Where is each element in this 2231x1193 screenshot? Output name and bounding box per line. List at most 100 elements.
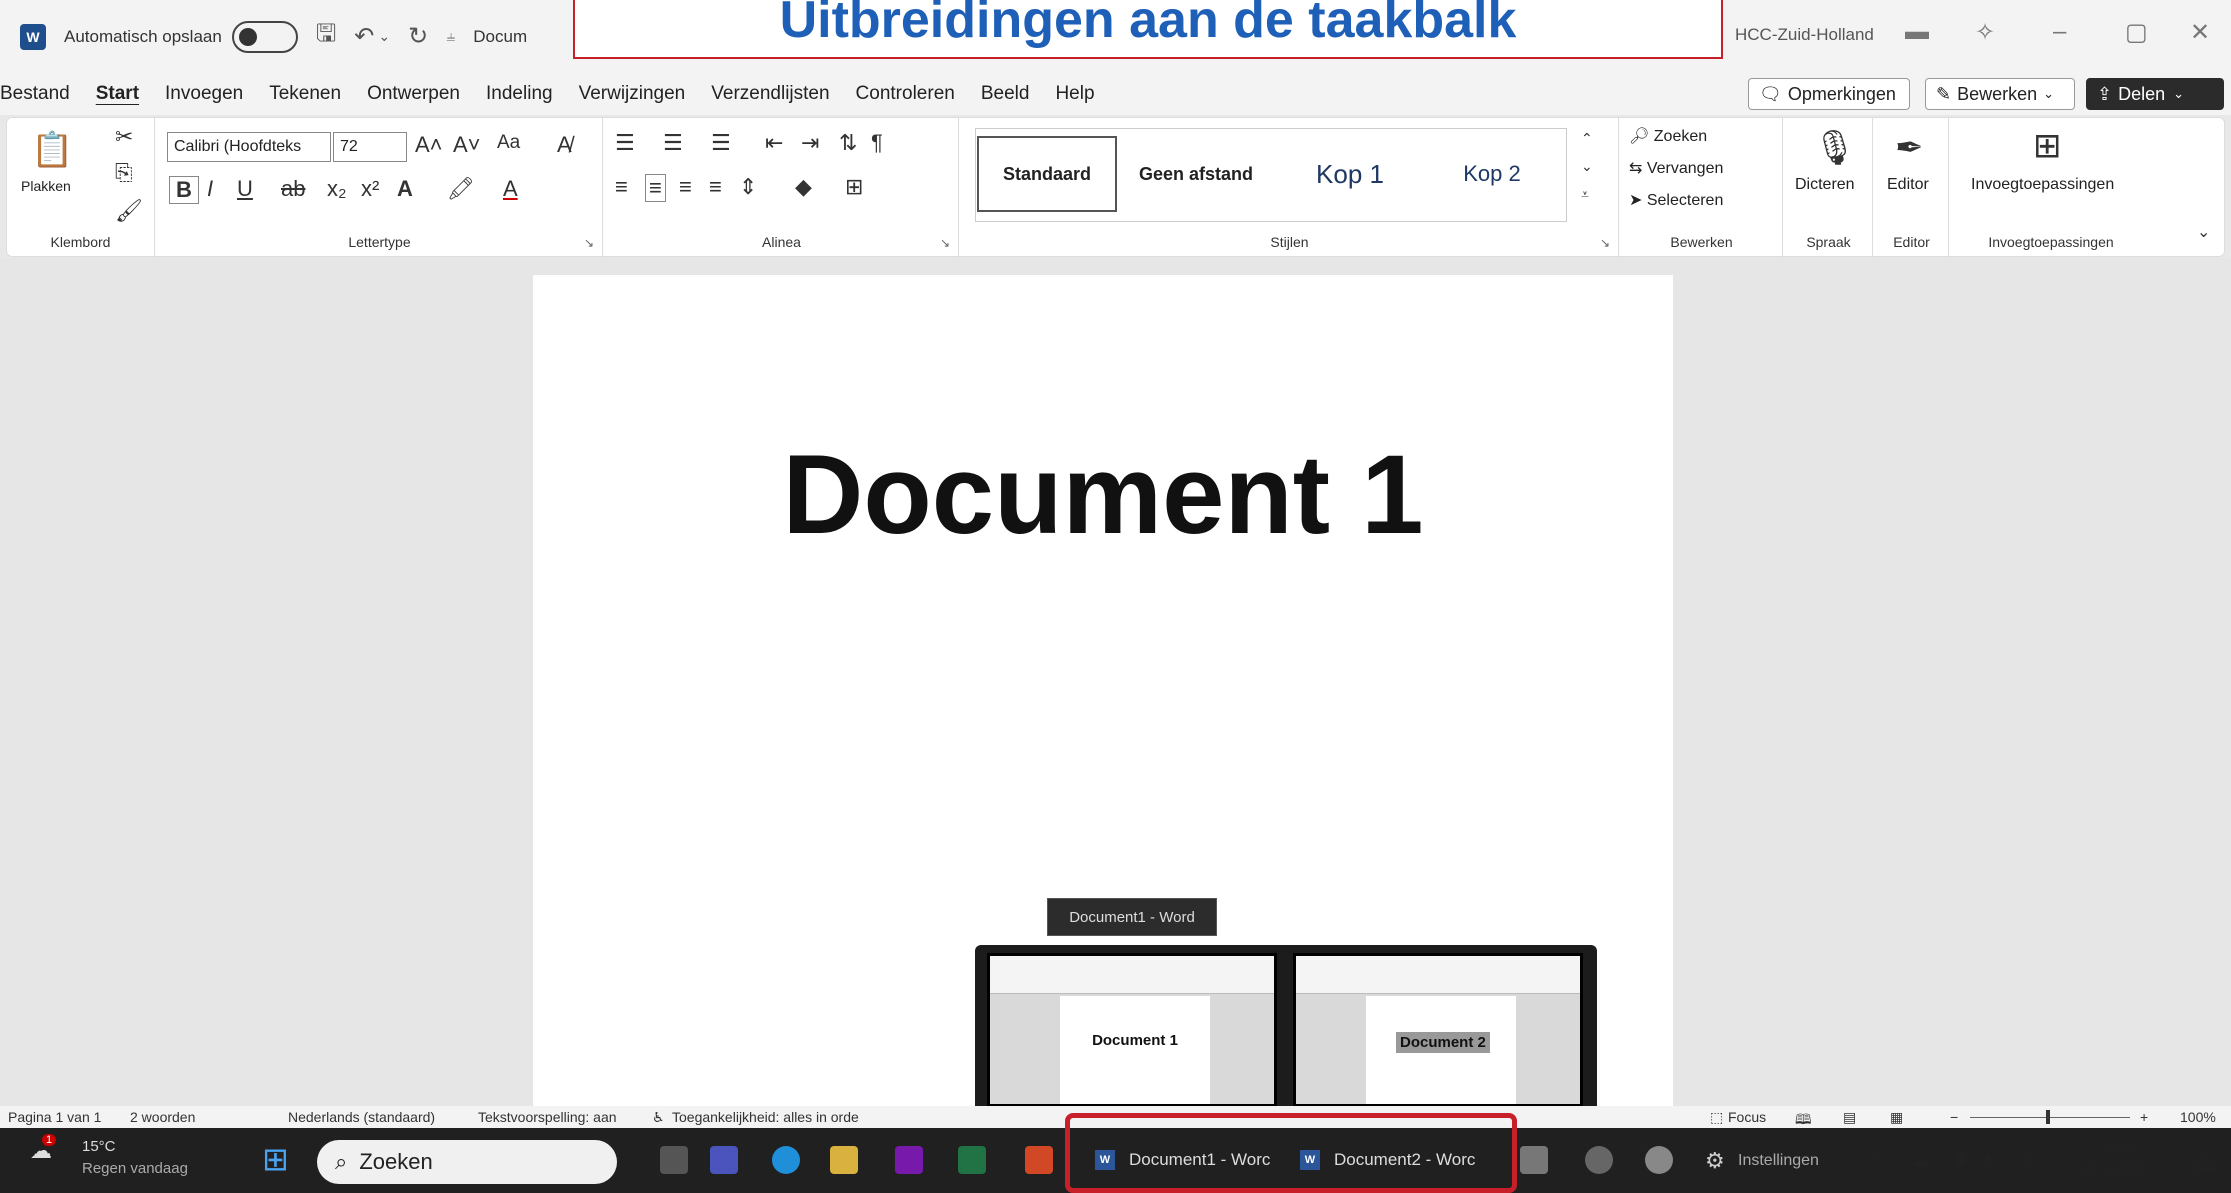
preview-thumb-document2[interactable]: Document 2 [1293,953,1583,1107]
font-name-box[interactable]: Calibri (Hoofdteks [167,132,331,162]
borders-icon[interactable]: ⊞ [845,174,863,200]
editor-pen-icon[interactable]: ✒ [1895,128,1924,168]
task-view-icon[interactable] [660,1146,688,1174]
tab-indeling[interactable]: Indeling [486,83,553,105]
italic-icon[interactable]: I [207,176,213,202]
tab-beeld[interactable]: Beeld [981,83,1030,105]
onedrive-icon[interactable]: ☁ [1910,1148,1930,1173]
settings-label[interactable]: Instellingen [1738,1152,1819,1170]
numbering-icon[interactable]: ☰ [663,130,683,156]
network-icon[interactable]: ▣ [1952,1148,1969,1169]
page-count[interactable]: Pagina 1 van 1 [8,1109,101,1125]
minimize-icon[interactable]: – [2053,18,2066,46]
justify-icon[interactable]: ≡ [709,174,722,200]
styles-dialog-launcher-icon[interactable]: ↘ [1600,236,1610,250]
microphone-icon[interactable]: 🎙 [1813,128,1856,168]
strikethrough-icon[interactable]: ab [281,176,305,202]
bullets-icon[interactable]: ☰ [615,130,635,156]
diamond-icon[interactable]: ✧ [1975,18,1995,47]
align-center-icon[interactable]: ≡ [645,174,666,202]
editor-button[interactable]: Editor [1887,176,1929,194]
align-left-icon[interactable]: ≡ [615,174,628,200]
style-standaard[interactable]: Standaard [977,136,1117,212]
cut-icon[interactable]: ✂ [115,124,133,150]
zoom-slider[interactable] [1970,1117,2130,1118]
grow-font-icon[interactable]: A˄ [415,132,443,158]
style-kop-1[interactable]: Kop 1 [1275,136,1425,212]
volume-icon[interactable]: 🔊︎ [1985,1148,1996,1169]
focus-button[interactable]: Focus [1728,1109,1766,1125]
text-effects-icon[interactable]: A [397,176,413,202]
sort-icon[interactable]: ⇅ [839,130,857,156]
font-dialog-launcher-icon[interactable]: ↘ [584,236,594,250]
battery-icon[interactable]: ▭ [2018,1148,2035,1169]
redo-icon[interactable]: ↻ [408,22,428,51]
copy-icon[interactable]: ⎘ [115,160,133,186]
addins-button[interactable]: Invoegtoepassingen [1971,176,2114,194]
onenote-icon[interactable] [895,1146,923,1174]
tab-verzendlijsten[interactable]: Verzendlijsten [711,83,829,105]
superscript-icon[interactable]: x² [361,176,379,202]
customize-qat-icon[interactable]: ⫨ [446,28,455,46]
paragraph-dialog-launcher-icon[interactable]: ↘ [940,236,950,250]
shrink-font-icon[interactable]: A˅ [453,132,481,158]
app-icon[interactable] [1585,1146,1613,1174]
web-layout-icon[interactable]: ▦ [1890,1109,1903,1126]
styles-scroll-down-icon[interactable]: ⌄ [1581,158,1593,175]
change-case-button[interactable]: Aa [497,132,520,154]
pilcrow-icon[interactable]: ¶ [871,130,883,156]
clear-format-icon[interactable]: A̸ [557,132,572,158]
find-button[interactable]: 🔎︎ Zoeken [1629,126,1707,146]
edit-mode-button[interactable]: ✎ Bewerken ⌄ [1925,78,2075,110]
highlight-icon[interactable]: 🖍 [447,176,475,202]
word-count[interactable]: 2 woorden [130,1109,195,1125]
close-icon[interactable]: ✕ [2190,18,2210,47]
bold-icon[interactable]: B [169,176,199,204]
app-icon[interactable] [1520,1146,1548,1174]
paste-icon[interactable]: 📋 [31,130,73,170]
replace-button[interactable]: ⇆ Vervangen [1629,158,1723,178]
tab-start[interactable]: Start [96,83,139,105]
file-explorer-icon[interactable] [830,1146,858,1174]
tab-controleren[interactable]: Controleren [856,83,955,105]
autosave-toggle[interactable] [231,20,298,53]
edge-icon[interactable] [772,1146,800,1174]
style-geen-afstand[interactable]: Geen afstand [1121,136,1271,212]
paste-label[interactable]: Plakken [21,178,71,194]
font-size-box[interactable]: 72 [333,132,407,162]
undo-icon[interactable]: ↶ [354,22,374,51]
zoom-level[interactable]: 100% [2180,1109,2216,1125]
zoom-in-icon[interactable]: + [2140,1109,2148,1125]
zoom-slider-thumb[interactable] [2046,1110,2050,1124]
excel-icon[interactable] [958,1146,986,1174]
shading-icon[interactable]: ◆ [795,174,812,200]
tab-tekenen[interactable]: Tekenen [269,83,341,105]
maximize-icon[interactable]: ▢ [2125,18,2148,47]
account-avatar-icon[interactable]: ▬ [1905,18,1929,46]
align-right-icon[interactable]: ≡ [679,174,692,200]
preview-thumb-document1[interactable]: Document 1 [987,953,1277,1107]
weather-temp[interactable]: 15°C [82,1138,116,1155]
clock-date[interactable]: 23-9-2023 [2082,1160,2146,1176]
tab-verwijzingen[interactable]: Verwijzingen [579,83,686,105]
subscript-icon[interactable]: x₂ [327,176,347,202]
start-icon[interactable]: ⊞ [262,1140,289,1178]
ribbon-collapse-icon[interactable]: ⌄ [2197,222,2210,242]
tab-ontwerpen[interactable]: Ontwerpen [367,83,460,105]
app-icon[interactable] [1645,1146,1673,1174]
dictate-label[interactable]: Dicteren [1795,176,1855,194]
addins-grid-icon[interactable]: ⊞ [2033,126,2062,166]
format-painter-icon[interactable]: 🖌 [115,198,143,224]
account-name[interactable]: HCC-Zuid-Holland [1735,25,1874,45]
decrease-indent-icon[interactable]: ⇤ [765,130,783,156]
multilevel-list-icon[interactable]: ☰ [711,130,731,156]
styles-scroll-up-icon[interactable]: ⌃ [1581,130,1593,147]
notification-bell-icon[interactable]: 🔔︎ [2192,1148,2217,1173]
save-icon[interactable]: 🖫 [316,16,336,57]
tab-invoegen[interactable]: Invoegen [165,83,243,105]
comments-button[interactable]: 🗨 Opmerkingen [1748,78,1910,110]
line-spacing-icon[interactable]: ⇕ [739,174,757,200]
clock-time[interactable]: 11:08 [2105,1138,2139,1154]
teams-icon[interactable] [710,1146,738,1174]
select-button[interactable]: ➤ Selecteren [1629,190,1723,210]
